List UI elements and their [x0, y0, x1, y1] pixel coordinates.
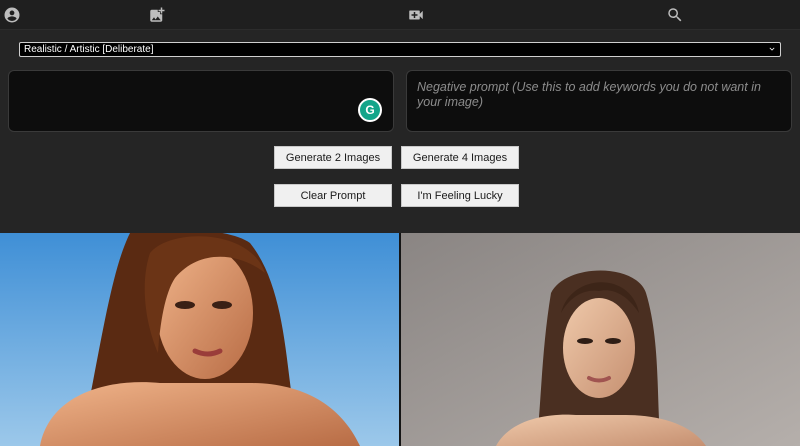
add-photo-icon — [150, 7, 165, 22]
feeling-lucky-button[interactable]: I'm Feeling Lucky — [401, 184, 519, 207]
negative-prompt-placeholder: Negative prompt (Use this to add keyword… — [417, 80, 761, 109]
generate-2-images-button[interactable]: Generate 2 Images — [274, 146, 392, 169]
grammarly-icon[interactable]: G — [358, 98, 382, 122]
top-nav-bar — [0, 0, 800, 30]
chevron-down-icon — [767, 44, 777, 55]
generated-image-2[interactable] — [401, 233, 800, 446]
model-select-value: Realistic / Artistic [Deliberate] — [24, 44, 154, 55]
generated-image-1[interactable] — [0, 233, 399, 446]
image-gallery — [0, 233, 800, 446]
search-icon — [668, 8, 682, 22]
image-tab[interactable] — [146, 4, 168, 26]
prompt-input[interactable] — [8, 70, 394, 132]
model-select[interactable]: Realistic / Artistic [Deliberate] — [19, 42, 781, 57]
search-tab[interactable] — [664, 4, 686, 26]
video-tab[interactable] — [405, 4, 427, 26]
account-circle-icon — [4, 7, 20, 23]
profile-tab[interactable] — [1, 4, 23, 26]
generate-4-images-button[interactable]: Generate 4 Images — [401, 146, 519, 169]
video-add-icon — [409, 10, 423, 20]
clear-prompt-button[interactable]: Clear Prompt — [274, 184, 392, 207]
negative-prompt-input[interactable]: Negative prompt (Use this to add keyword… — [406, 70, 792, 132]
